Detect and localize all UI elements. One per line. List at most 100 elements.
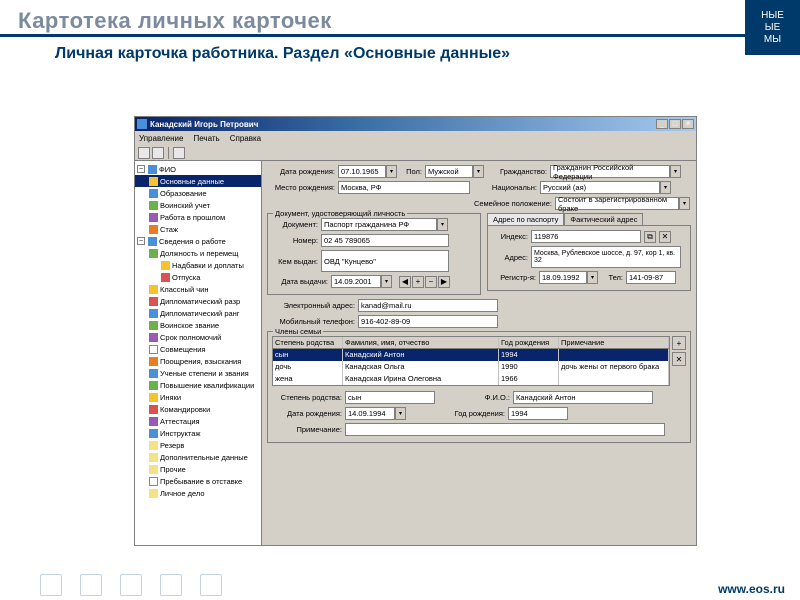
citizenship-field[interactable]: Гражданин Российской Федерации xyxy=(550,165,670,178)
tree-item[interactable]: Образование xyxy=(135,187,261,199)
address-field[interactable]: Москва, Рублевское шоссе, д. 97, кор 1, … xyxy=(531,246,681,268)
tree-icon xyxy=(149,285,158,294)
tree-icon xyxy=(149,177,158,186)
titlebar: Канадский Игорь Петрович _ □ ✕ xyxy=(135,117,696,131)
issuer-field[interactable]: ОВД "Кунцево" xyxy=(321,250,449,272)
table-row[interactable]: женаКанадская Ирина Олеговна1966 xyxy=(273,373,669,385)
marital-field[interactable]: Состоит в зарегистрированном браке xyxy=(555,197,679,210)
add-family-button[interactable]: + xyxy=(672,336,686,350)
print-icon[interactable] xyxy=(152,147,164,159)
tree-item[interactable]: Резерв xyxy=(135,439,261,451)
tree-item[interactable]: Иняки xyxy=(135,391,261,403)
tree-item[interactable]: −Сведения о работе xyxy=(135,235,261,247)
footer-url: www.eos.ru xyxy=(0,580,800,598)
tree-icon xyxy=(149,345,158,354)
tree-item[interactable]: Дополнительные данные xyxy=(135,451,261,463)
remove-family-button[interactable]: ✕ xyxy=(672,352,686,366)
tree-item[interactable]: Пребывание в отставке xyxy=(135,475,261,487)
app-icon xyxy=(137,119,147,129)
lookup-icon[interactable]: ⧉ xyxy=(644,231,656,243)
menu-help[interactable]: Справка xyxy=(230,134,261,143)
chevron-down-icon[interactable]: ▾ xyxy=(473,165,484,178)
chevron-down-icon[interactable]: ▾ xyxy=(670,165,681,178)
tree-item[interactable]: Ученые степени и звания xyxy=(135,367,261,379)
next-button[interactable]: ▶ xyxy=(438,276,450,288)
tree-item[interactable]: Воинское звание xyxy=(135,319,261,331)
tree-icon xyxy=(161,273,170,282)
maximize-button[interactable]: □ xyxy=(669,119,681,129)
minimize-button[interactable]: _ xyxy=(656,119,668,129)
tree-item[interactable]: Совмещения xyxy=(135,343,261,355)
document-group: Документ, удостоверяющий личность Докуме… xyxy=(267,213,481,295)
birthplace-field[interactable]: Москва, РФ xyxy=(338,181,470,194)
chevron-down-icon[interactable]: ▾ xyxy=(386,165,397,178)
det-year-field[interactable]: 1994 xyxy=(508,407,568,420)
tree-icon xyxy=(149,465,158,474)
tree-item[interactable]: Командировки xyxy=(135,403,261,415)
mobile-field[interactable]: 916-402-89-09 xyxy=(358,315,498,328)
det-note-field[interactable] xyxy=(345,423,665,436)
tree-item[interactable]: Должность и перемещ xyxy=(135,247,261,259)
tree-item[interactable]: Инструктаж xyxy=(135,427,261,439)
clear-icon[interactable]: ✕ xyxy=(659,231,671,243)
tree-item[interactable]: Личное дело xyxy=(135,487,261,499)
tree-item[interactable]: Основные данные xyxy=(135,175,261,187)
tree-item[interactable]: Прочие xyxy=(135,463,261,475)
tree-item[interactable]: −ФИО xyxy=(135,163,261,175)
menu-print[interactable]: Печать xyxy=(193,134,219,143)
chevron-down-icon[interactable]: ▾ xyxy=(587,271,598,284)
tree-item[interactable]: Классный чин xyxy=(135,283,261,295)
tab-actual-address[interactable]: Фактический адрес xyxy=(564,213,643,225)
email-field[interactable]: kanad@mail.ru xyxy=(358,299,498,312)
tree-item[interactable]: Повышение квалификации xyxy=(135,379,261,391)
tree-item[interactable]: Дипломатический ранг xyxy=(135,307,261,319)
tree-icon xyxy=(148,165,157,174)
chevron-down-icon[interactable]: ▾ xyxy=(395,407,406,420)
tree-icon xyxy=(149,417,158,426)
tree-item[interactable]: Воинский учет xyxy=(135,199,261,211)
family-table[interactable]: Степень родства Фамилия, имя, отчество Г… xyxy=(272,336,670,386)
chevron-down-icon[interactable]: ▾ xyxy=(679,197,690,210)
tree-icon xyxy=(149,441,158,450)
index-field[interactable]: 119876 xyxy=(531,230,641,243)
tree-item[interactable]: Стаж xyxy=(135,223,261,235)
chevron-down-icon[interactable]: ▾ xyxy=(437,218,448,231)
save-icon[interactable] xyxy=(138,147,150,159)
tree-icon xyxy=(149,189,158,198)
slide-title: Картотека личных карточек xyxy=(18,8,782,34)
chevron-down-icon[interactable]: ▾ xyxy=(381,275,392,288)
tree-icon xyxy=(149,321,158,330)
nationality-field[interactable]: Русский (ая) xyxy=(540,181,660,194)
chevron-down-icon[interactable]: ▾ xyxy=(660,181,671,194)
prev-button[interactable]: ◀ xyxy=(399,276,411,288)
close-button[interactable]: ✕ xyxy=(682,119,694,129)
number-field[interactable]: 02 45 789065 xyxy=(321,234,449,247)
tree-item[interactable]: Отпуска xyxy=(135,271,261,283)
det-birth-field[interactable]: 14.09.1994 xyxy=(345,407,395,420)
table-row[interactable]: сынКанадский Антон1994 xyxy=(273,349,669,361)
tree-item[interactable]: Аттестация xyxy=(135,415,261,427)
tree-icon xyxy=(149,309,158,318)
remove-button[interactable]: − xyxy=(425,276,437,288)
tab-passport-address[interactable]: Адрес по паспорту xyxy=(487,213,564,225)
tool-icon[interactable] xyxy=(173,147,185,159)
label-birth: Дата рождения: xyxy=(267,167,335,176)
menu-manage[interactable]: Управление xyxy=(139,134,183,143)
tel-field[interactable]: 141-09-87 xyxy=(626,271,676,284)
issue-date-field[interactable]: 14.09.2001 xyxy=(331,275,381,288)
tree-item[interactable]: Работа в прошлом xyxy=(135,211,261,223)
nav-tree[interactable]: −ФИООсновные данныеОбразованиеВоинский у… xyxy=(135,161,262,545)
tree-icon xyxy=(149,393,158,402)
tree-item[interactable]: Поощрения, взыскания xyxy=(135,355,261,367)
tree-item[interactable]: Дипломатический разр xyxy=(135,295,261,307)
add-button[interactable]: + xyxy=(412,276,424,288)
sex-field[interactable]: Мужской xyxy=(425,165,473,178)
doc-field[interactable]: Паспорт гражданина РФ xyxy=(321,218,437,231)
tree-item[interactable]: Надбавки и доплаты xyxy=(135,259,261,271)
birth-field[interactable]: 07.10.1965 xyxy=(338,165,386,178)
det-rel-field[interactable]: сын xyxy=(345,391,435,404)
reg-field[interactable]: 18.09.1992 xyxy=(539,271,587,284)
table-row[interactable]: дочьКанадская Ольга1990дочь жены от перв… xyxy=(273,361,669,373)
tree-item[interactable]: Срок полномочий xyxy=(135,331,261,343)
det-fio-field[interactable]: Канадский Антон xyxy=(513,391,653,404)
